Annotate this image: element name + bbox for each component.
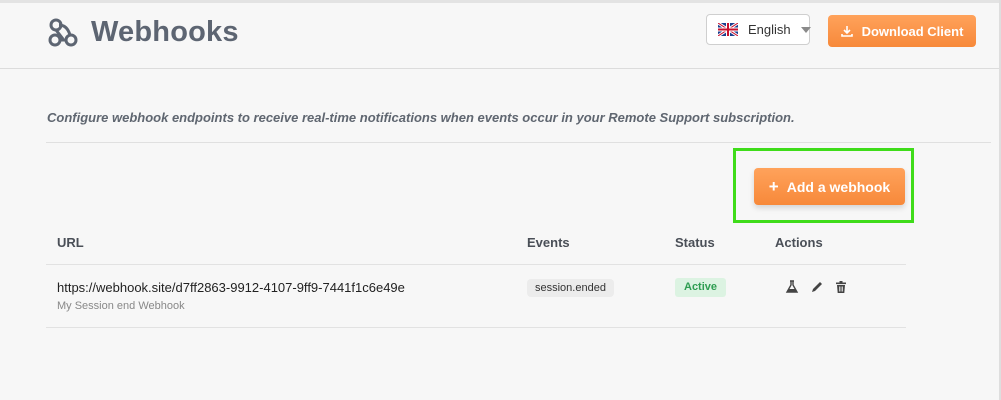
table-header-divider xyxy=(46,264,906,265)
language-label: English xyxy=(748,22,791,37)
page-description: Configure webhook endpoints to receive r… xyxy=(47,110,795,125)
page-header: Webhooks English Download Client xyxy=(0,3,999,69)
flask-icon[interactable] xyxy=(785,280,799,294)
event-tag: session.ended xyxy=(527,279,614,297)
trash-icon[interactable] xyxy=(834,280,848,294)
webhook-icon xyxy=(46,15,80,49)
column-header-events: Events xyxy=(527,235,570,250)
add-webhook-button[interactable]: + Add a webhook xyxy=(754,168,905,205)
uk-flag-icon xyxy=(717,21,739,38)
status-badge: Active xyxy=(675,278,727,297)
chevron-down-icon xyxy=(800,26,811,33)
column-header-status: Status xyxy=(675,235,715,250)
download-icon xyxy=(840,25,853,37)
download-client-button[interactable]: Download Client xyxy=(828,15,976,47)
column-header-url: URL xyxy=(57,235,84,250)
plus-icon: + xyxy=(768,177,779,196)
divider xyxy=(46,142,991,143)
pencil-icon[interactable] xyxy=(810,280,824,294)
webhook-url: https://webhook.site/d7ff2863-9912-4107-… xyxy=(57,280,405,295)
language-select[interactable]: English xyxy=(706,14,811,45)
download-client-label: Download Client xyxy=(861,23,964,39)
webhook-name: My Session end Webhook xyxy=(57,300,185,312)
column-header-actions: Actions xyxy=(775,235,823,250)
add-webhook-label: Add a webhook xyxy=(786,178,891,195)
page-title: Webhooks xyxy=(91,15,239,48)
title-group: Webhooks xyxy=(46,15,239,49)
table-row-divider xyxy=(46,327,906,328)
